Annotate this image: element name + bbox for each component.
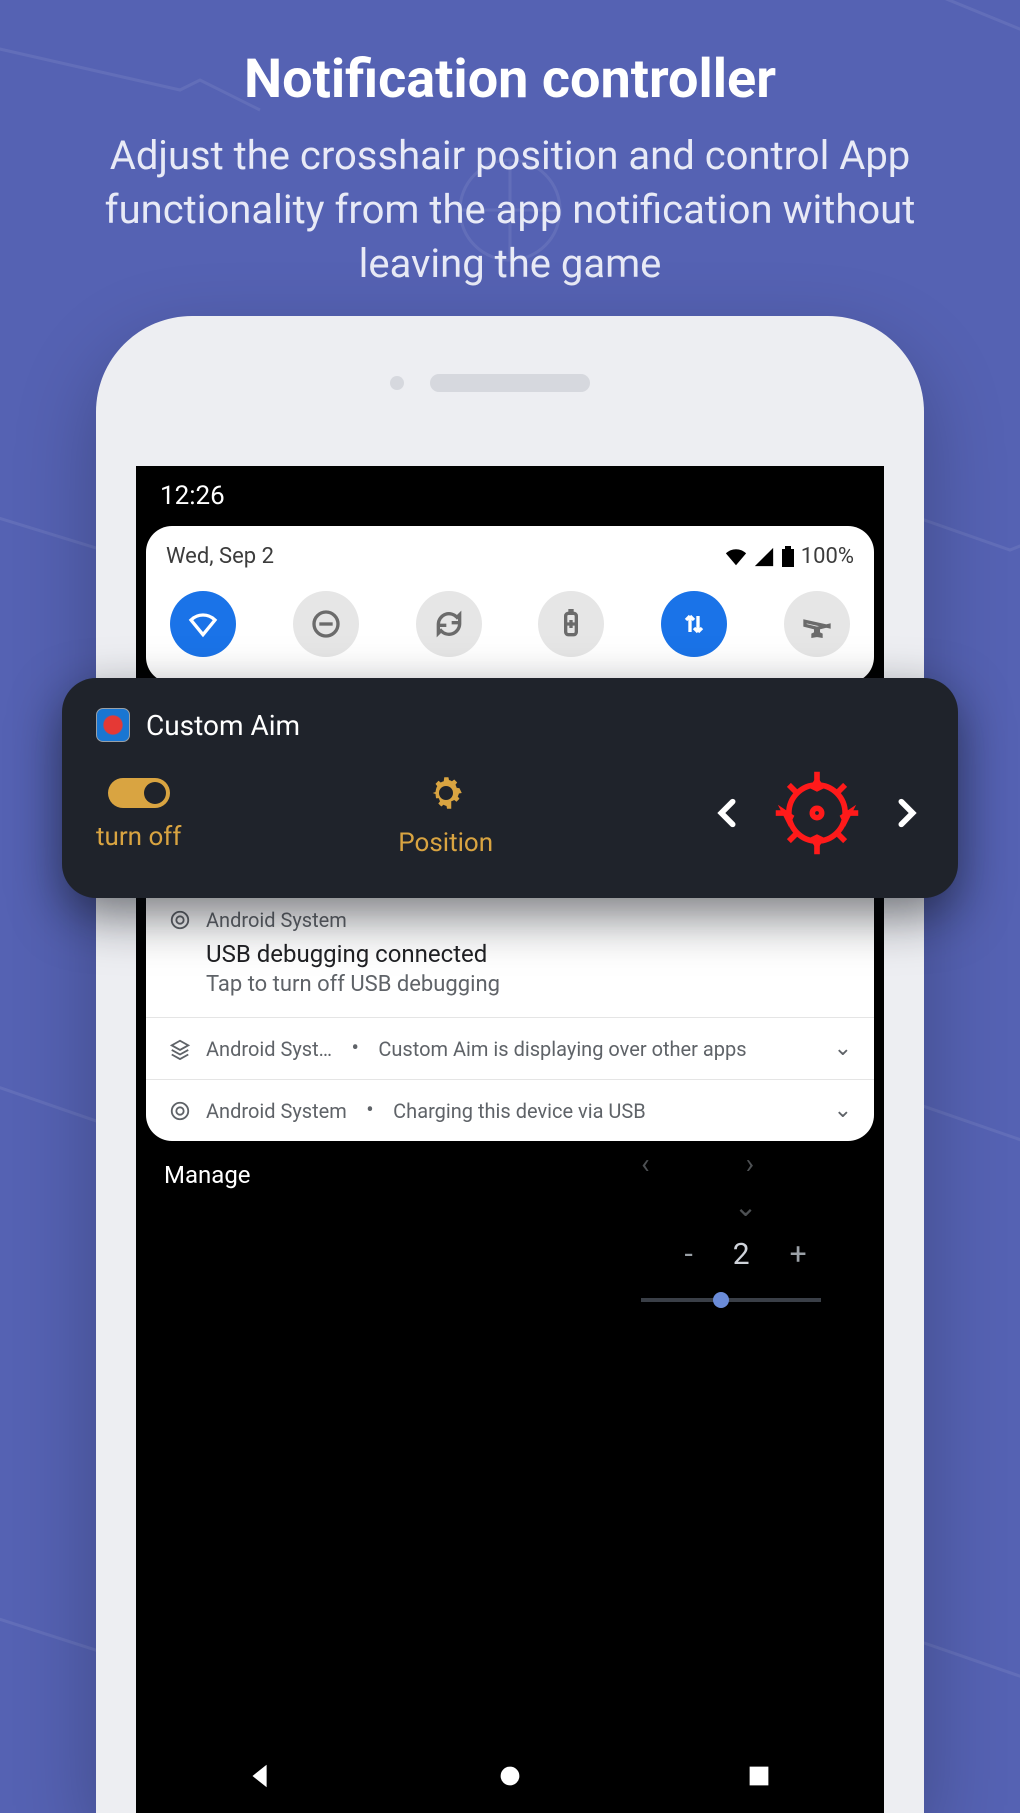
back-button[interactable]: [246, 1761, 276, 1795]
turn-off-label: turn off: [96, 822, 181, 852]
status-icons: 100%: [725, 544, 854, 569]
qs-battery-saver[interactable]: [538, 591, 604, 657]
notif-overlay[interactable]: Android Syst… • Custom Aim is displaying…: [146, 1017, 874, 1079]
android-system-icon: [168, 1099, 192, 1123]
shade-date: Wed, Sep 2: [166, 544, 274, 569]
quick-settings-row: [166, 569, 854, 683]
system-notifications: Android System USB debugging connected T…: [146, 887, 874, 1141]
next-crosshair-button[interactable]: [890, 796, 924, 834]
status-bar: 12:26: [136, 466, 884, 526]
qs-rotate[interactable]: [416, 591, 482, 657]
android-nav-bar: [136, 1741, 884, 1813]
chevron-down-icon[interactable]: ⌄: [641, 1190, 850, 1223]
qs-airplane[interactable]: [784, 591, 850, 657]
position-label: Position: [398, 828, 493, 858]
signal-icon: [753, 546, 775, 568]
gear-icon: [425, 772, 467, 814]
phone-screen: 12:26 Wed, Sep 2 100%: [136, 466, 884, 1813]
hero-title: Notification controller: [0, 0, 1020, 111]
hero-subtitle: Adjust the crosshair position and contro…: [0, 111, 1020, 291]
sensor-dot: [390, 376, 404, 390]
earpiece: [430, 374, 590, 392]
phone-frame: 12:26 Wed, Sep 2 100%: [96, 316, 924, 1813]
notif-text: Charging this device via USB: [393, 1099, 646, 1123]
chevron-left-icon[interactable]: ‹: [641, 1147, 745, 1180]
chevron-down-icon[interactable]: ⌄: [834, 1036, 852, 1061]
qs-dnd[interactable]: [293, 591, 359, 657]
notif-source: Android Syst…: [206, 1037, 332, 1061]
turn-off-button[interactable]: turn off: [96, 778, 181, 852]
notification-shade[interactable]: Wed, Sep 2 100%: [146, 526, 874, 683]
notif-title: USB debugging connected: [206, 940, 500, 968]
custom-aim-notification[interactable]: Custom Aim turn off Position: [62, 678, 958, 898]
qs-wifi[interactable]: [170, 591, 236, 657]
android-system-icon: [168, 908, 192, 932]
notif-charging[interactable]: Android System • Charging this device vi…: [146, 1079, 874, 1141]
crosshair-preview-icon: [772, 768, 862, 862]
clock: 12:26: [160, 481, 225, 511]
slider[interactable]: [641, 1298, 821, 1302]
value-display: 2: [733, 1237, 750, 1272]
notif-source: Android System: [206, 1099, 347, 1123]
toggle-switch-icon: [108, 778, 170, 808]
chevron-right-icon[interactable]: ›: [746, 1147, 850, 1180]
layers-icon: [168, 1037, 192, 1061]
recents-button[interactable]: [744, 1761, 774, 1795]
shade-footer: Manage ‹› ⌄ - 2 +: [136, 1141, 884, 1741]
qs-data[interactable]: [661, 591, 727, 657]
minus-button[interactable]: -: [684, 1237, 692, 1272]
background-dim-controls: ‹› ⌄ - 2 +: [641, 1147, 850, 1302]
chevron-down-icon[interactable]: ⌄: [834, 1098, 852, 1123]
notif-usb-debugging[interactable]: Android System USB debugging connected T…: [146, 887, 874, 1017]
notification-app-name: Custom Aim: [146, 709, 300, 742]
wifi-icon: [725, 546, 747, 568]
prev-crosshair-button[interactable]: [710, 796, 744, 834]
home-button[interactable]: [495, 1761, 525, 1795]
plus-button[interactable]: +: [790, 1237, 807, 1272]
battery-icon: [781, 546, 795, 568]
custom-aim-app-icon: [96, 708, 130, 742]
notif-subtitle: Tap to turn off USB debugging: [206, 972, 500, 997]
position-button[interactable]: Position: [398, 772, 493, 858]
notif-source: Android System: [206, 908, 500, 932]
notif-text: Custom Aim is displaying over other apps: [378, 1037, 746, 1061]
battery-pct: 100%: [801, 544, 854, 569]
